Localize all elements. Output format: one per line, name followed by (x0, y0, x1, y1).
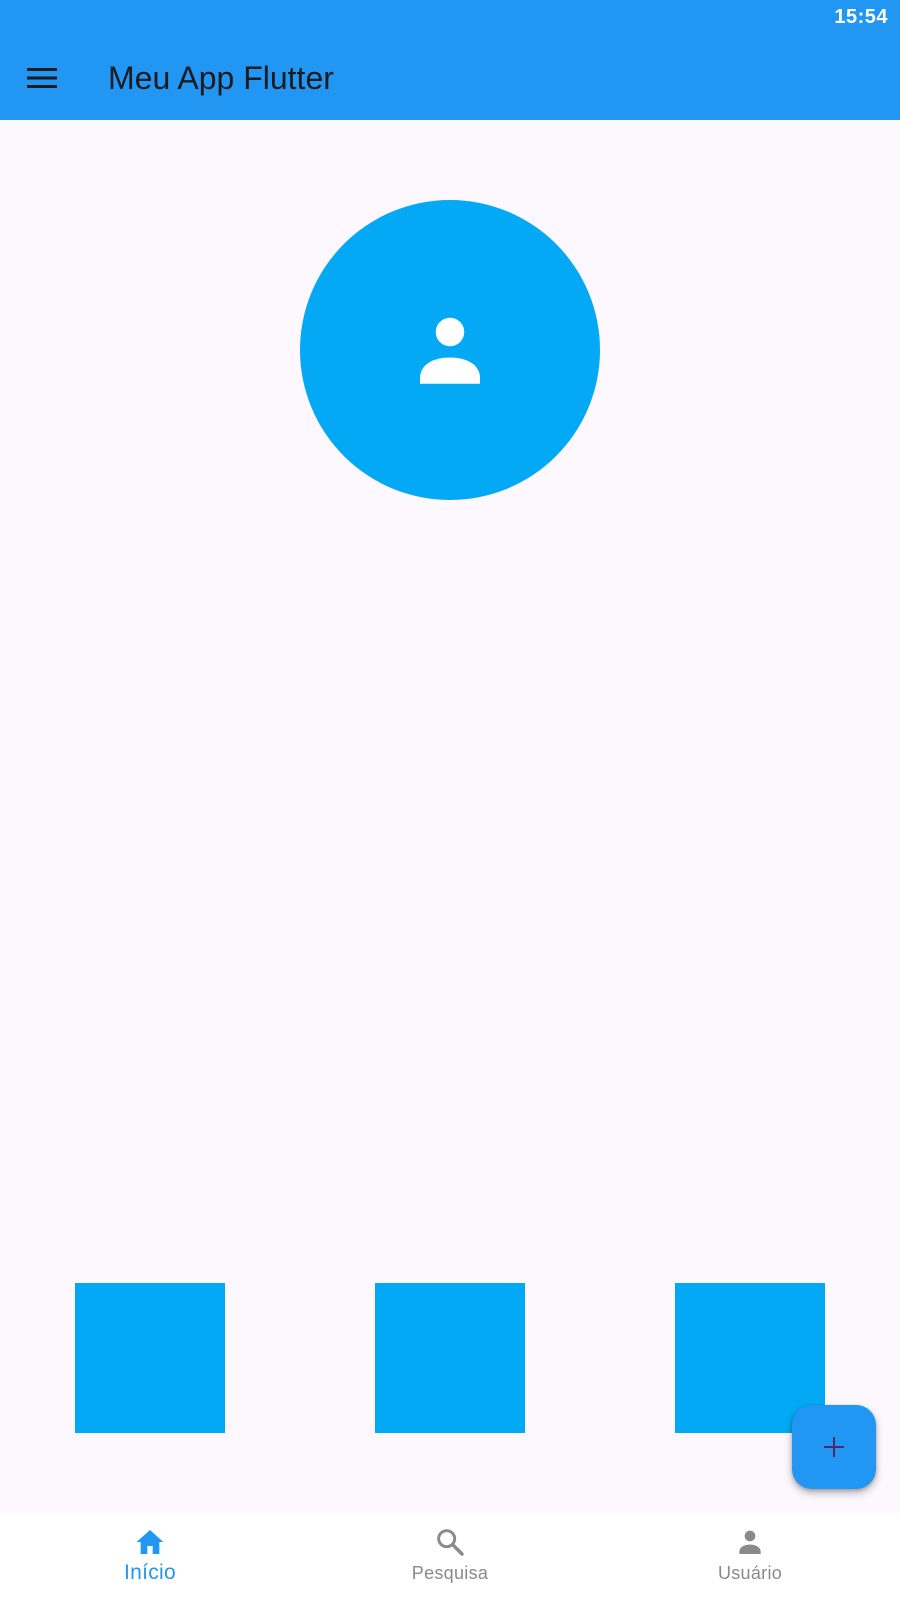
person-icon (739, 1530, 761, 1554)
app-bar: 15:54 Meu App Flutter (0, 0, 900, 120)
nav-item-inicio[interactable]: Início (0, 1513, 300, 1600)
tile (75, 1283, 225, 1433)
search-icon (437, 1529, 464, 1556)
app-title: Meu App Flutter (108, 60, 334, 96)
avatar (300, 200, 600, 500)
person-icon (420, 317, 480, 384)
home-icon (136, 1530, 164, 1554)
bottom-navigation: Início Pesquisa Usuário (0, 1513, 900, 1600)
nav-item-pesquisa[interactable]: Pesquisa (300, 1513, 600, 1600)
nav-label: Início (124, 1561, 176, 1584)
app-screen: 15:54 Meu App Flutter Início Pesquisa Us… (0, 0, 900, 1600)
tile (375, 1283, 525, 1433)
status-time: 15:54 (834, 6, 888, 28)
menu-icon (27, 68, 57, 88)
add-icon (824, 1437, 844, 1457)
nav-label: Usuário (717, 1563, 783, 1583)
add-button[interactable] (792, 1405, 876, 1489)
nav-item-usuario[interactable]: Usuário (600, 1513, 900, 1600)
nav-label: Pesquisa (411, 1563, 489, 1583)
menu-button[interactable] (14, 54, 70, 102)
